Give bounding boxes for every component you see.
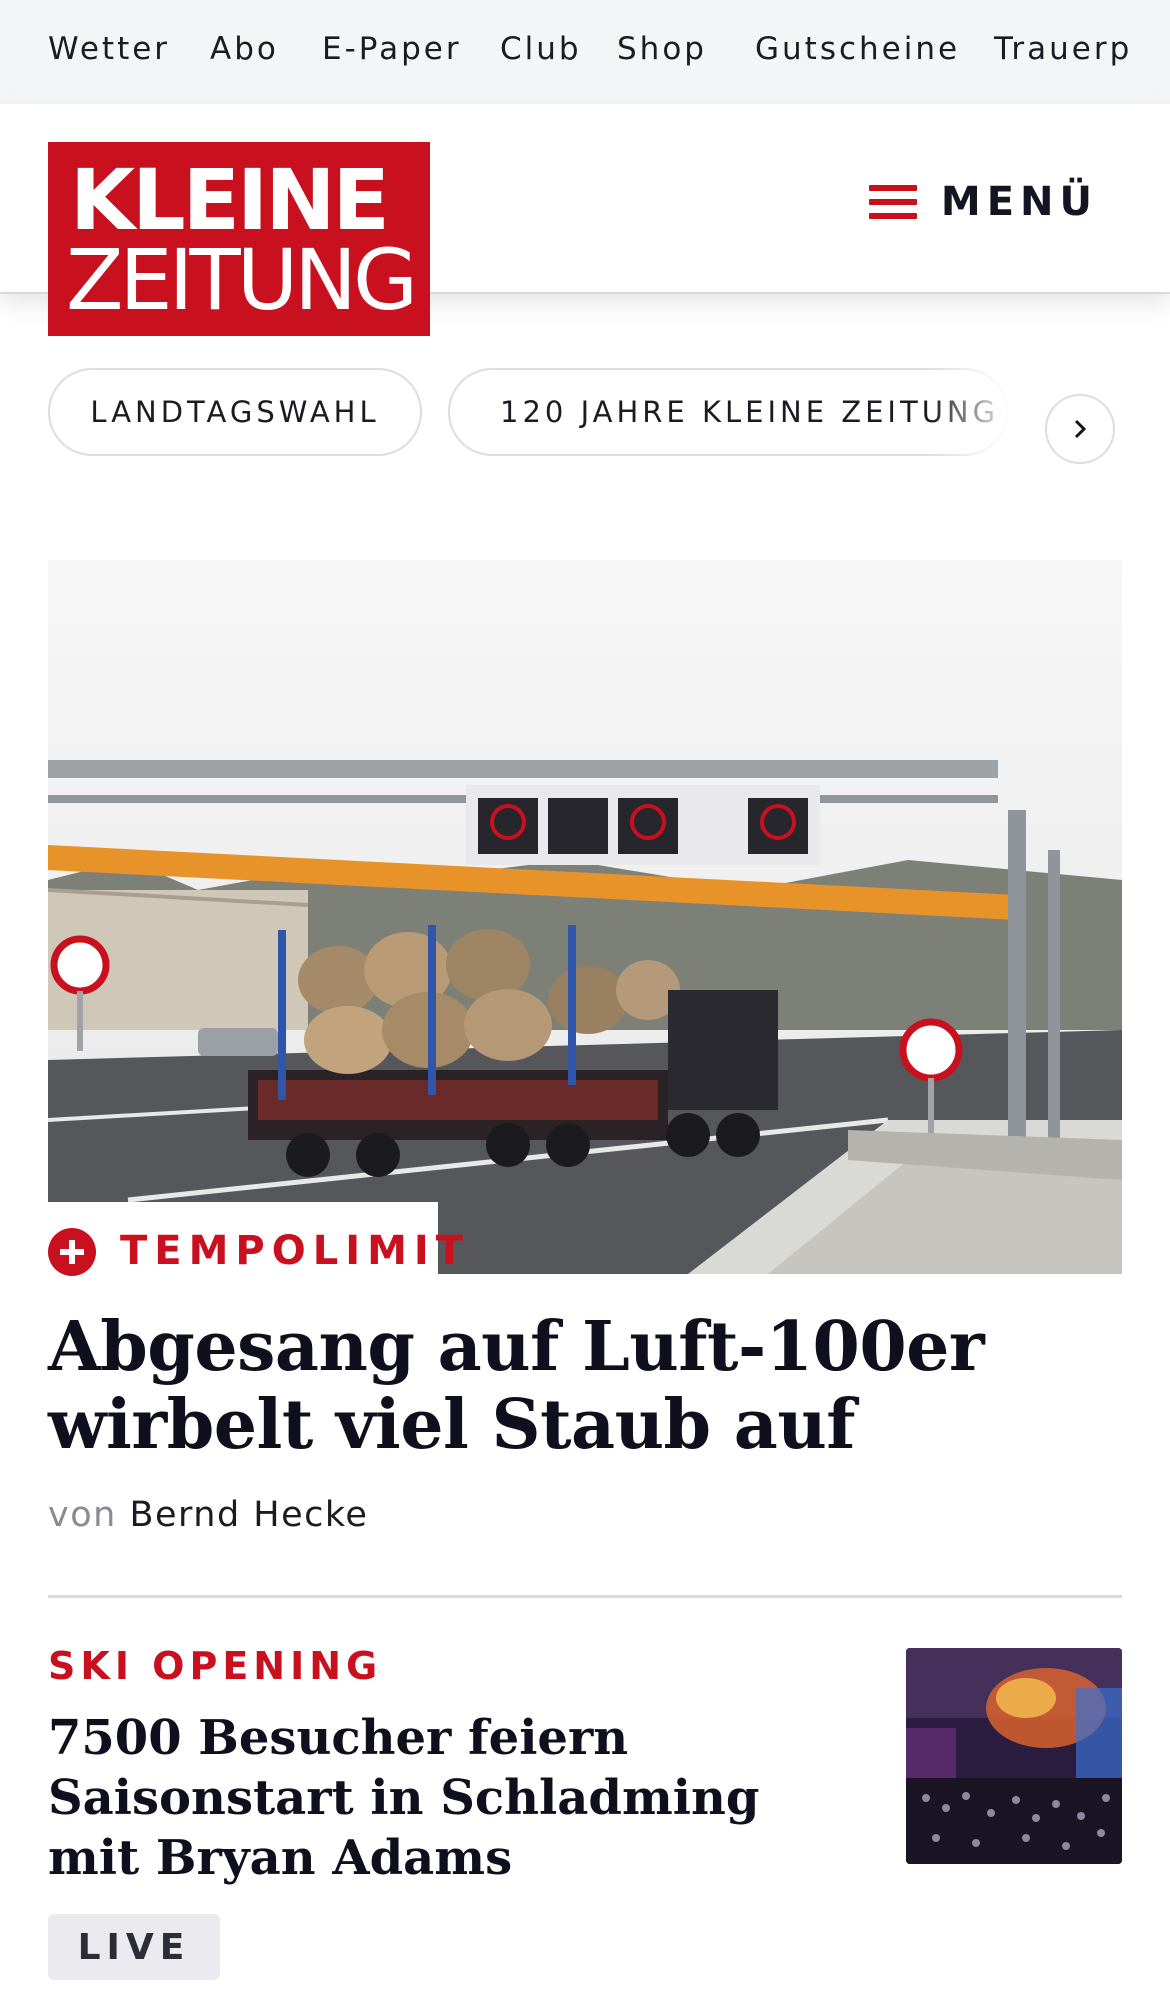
nav-link-epaper[interactable]: E-Paper xyxy=(322,31,462,67)
section-divider xyxy=(48,1595,1122,1598)
hero-image[interactable] xyxy=(48,560,1122,1274)
hero-kicker-label: TEMPOLIMIT xyxy=(120,1228,471,1274)
nav-link-shop[interactable]: Shop xyxy=(617,31,707,67)
topic-pill-landtagswahl[interactable]: LANDTAGSWAHL xyxy=(48,368,422,456)
hero-headline[interactable]: Abgesang auf Luft-100er wirbelt viel Sta… xyxy=(48,1308,1108,1464)
hero-photo xyxy=(48,560,1122,1274)
site-logo[interactable]: KLEINE ZEITUNG xyxy=(48,142,430,336)
teaser-thumbnail[interactable] xyxy=(906,1648,1122,1864)
nav-link-gutscheine[interactable]: Gutscheine xyxy=(755,31,960,67)
topic-pill-120-jahre[interactable]: 120 JAHRE KLEINE ZEITUNG xyxy=(448,368,1008,456)
plus-icon xyxy=(48,1228,96,1276)
byline-author[interactable]: Bernd Hecke xyxy=(129,1495,368,1535)
topic-pills: LANDTAGSWAHL 120 JAHRE KLEINE ZEITUNG xyxy=(0,364,1170,464)
chevron-right-icon xyxy=(1069,410,1091,449)
live-badge: LIVE xyxy=(48,1914,220,1980)
nav-link-abo[interactable]: Abo xyxy=(210,31,279,67)
nav-link-wetter[interactable]: Wetter xyxy=(48,31,170,67)
byline-prefix: von xyxy=(48,1495,117,1535)
logo-line-2: ZEITUNG xyxy=(66,231,418,329)
hamburger-icon xyxy=(868,185,917,219)
menu-button[interactable]: MENÜ xyxy=(868,172,1098,232)
pills-next-button[interactable] xyxy=(1045,394,1115,464)
concert-photo xyxy=(906,1648,1122,1864)
teaser-kicker: SKI OPENING xyxy=(48,1644,383,1688)
hero-kicker: TEMPOLIMIT xyxy=(48,1202,463,1278)
hero-byline: von Bernd Hecke xyxy=(48,1495,368,1535)
teaser-headline[interactable]: 7500 Besucher feiern Saisonstart in Schl… xyxy=(48,1708,838,1888)
menu-label: MENÜ xyxy=(940,179,1098,225)
pill-fade-overlay xyxy=(930,364,1040,464)
nav-link-club[interactable]: Club xyxy=(500,31,582,67)
utility-nav: Wetter Abo E-Paper Club Shop Gutscheine … xyxy=(0,0,1170,104)
nav-link-trauerportal[interactable]: Trauerp xyxy=(994,31,1132,67)
